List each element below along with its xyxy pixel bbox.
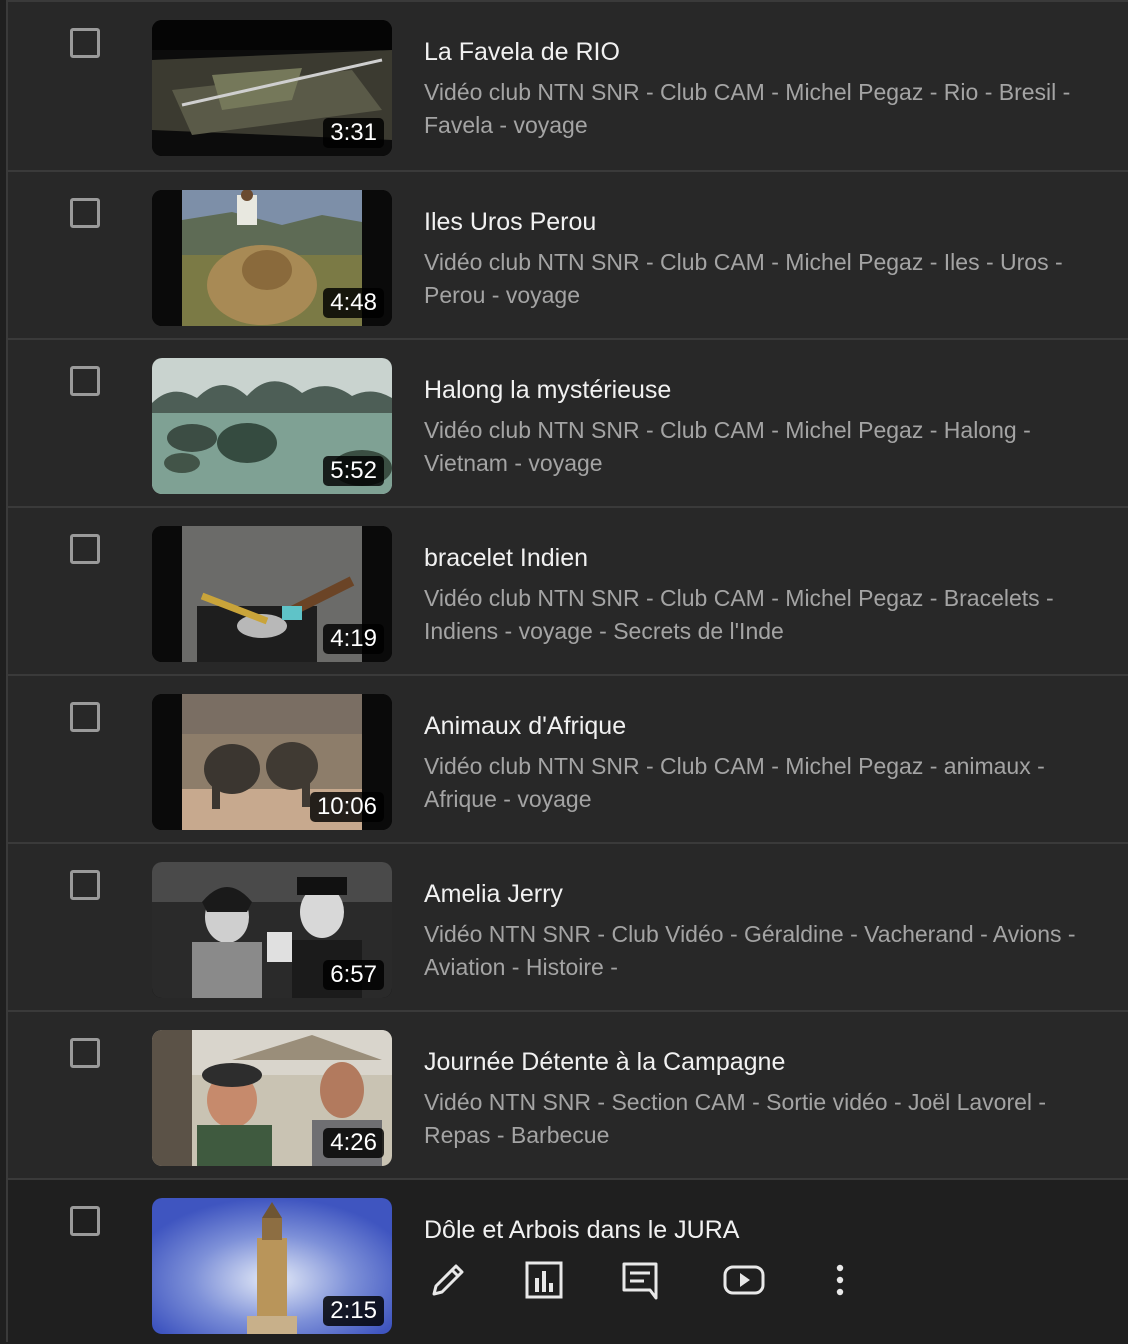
youtube-icon	[723, 1265, 765, 1295]
video-row[interactable]: 4:26 Journée Détente à la Campagne Vidéo…	[8, 1010, 1128, 1178]
view-on-youtube-button[interactable]	[720, 1256, 768, 1304]
more-options-button[interactable]	[816, 1256, 864, 1304]
video-row[interactable]: 6:57 Amelia Jerry Vidéo NTN SNR - Club V…	[8, 842, 1128, 1010]
video-title[interactable]: bracelet Indien	[424, 544, 588, 573]
video-thumbnail[interactable]: 6:57	[152, 862, 392, 998]
video-row[interactable]: 5:52 Halong la mystérieuse Vidéo club NT…	[8, 338, 1128, 506]
video-duration: 10:06	[309, 792, 384, 822]
select-checkbox[interactable]	[70, 198, 100, 228]
select-checkbox[interactable]	[70, 870, 100, 900]
video-title[interactable]: Amelia Jerry	[424, 880, 563, 909]
video-description: Vidéo NTN SNR - Section CAM - Sortie vid…	[424, 1089, 1047, 1148]
comments-icon	[622, 1262, 658, 1300]
video-title[interactable]: La Favela de RIO	[424, 38, 620, 67]
video-row[interactable]: 4:19 bracelet Indien Vidéo club NTN SNR …	[8, 506, 1128, 674]
video-thumbnail[interactable]: 4:26	[152, 1030, 392, 1166]
video-title[interactable]: Halong la mystérieuse	[424, 376, 671, 405]
video-duration: 6:57	[323, 960, 384, 990]
more-vert-icon	[836, 1264, 844, 1296]
video-duration: 2:15	[323, 1296, 384, 1326]
analytics-button[interactable]	[520, 1256, 568, 1304]
video-row[interactable]: 10:06 Animaux d'Afrique Vidéo club NTN S…	[8, 674, 1128, 842]
select-checkbox[interactable]	[70, 702, 100, 732]
video-thumbnail[interactable]: 4:19	[152, 526, 392, 662]
video-title[interactable]: Animaux d'Afrique	[424, 712, 626, 741]
video-thumbnail[interactable]: 5:52	[152, 358, 392, 494]
video-duration: 4:19	[323, 624, 384, 654]
comments-button[interactable]	[616, 1256, 664, 1304]
pencil-icon	[432, 1264, 464, 1296]
video-thumbnail[interactable]: 10:06	[152, 694, 392, 830]
select-checkbox[interactable]	[70, 1038, 100, 1068]
video-title[interactable]: Iles Uros Perou	[424, 208, 596, 237]
video-row[interactable]: 4:48 Iles Uros Perou Vidéo club NTN SNR …	[8, 170, 1128, 338]
video-duration: 5:52	[323, 456, 384, 486]
video-duration: 3:31	[323, 118, 384, 148]
video-list: 3:31 La Favela de RIO Vidéo club NTN SNR…	[8, 0, 1128, 1344]
video-description: Vidéo NTN SNR - Club Vidéo - Géraldine -…	[424, 921, 1076, 980]
video-description: Vidéo club NTN SNR - Club CAM - Michel P…	[424, 417, 1031, 476]
select-checkbox[interactable]	[70, 28, 100, 58]
select-checkbox[interactable]	[70, 1206, 100, 1236]
video-title[interactable]: Dôle et Arbois dans le JURA	[424, 1216, 739, 1245]
video-row[interactable]: 3:31 La Favela de RIO Vidéo club NTN SNR…	[8, 0, 1128, 170]
select-checkbox[interactable]	[70, 534, 100, 564]
video-description: Vidéo club NTN SNR - Club CAM - Michel P…	[424, 79, 1071, 138]
hover-action-bar	[424, 1256, 864, 1310]
video-thumbnail[interactable]: 2:15	[152, 1198, 392, 1334]
video-row[interactable]: 2:15 Dôle et Arbois dans le JURA	[8, 1178, 1128, 1344]
video-description: Vidéo club NTN SNR - Club CAM - Michel P…	[424, 249, 1063, 308]
video-title[interactable]: Journée Détente à la Campagne	[424, 1048, 785, 1077]
video-duration: 4:48	[323, 288, 384, 318]
edit-button[interactable]	[424, 1256, 472, 1304]
video-description: Vidéo club NTN SNR - Club CAM - Michel P…	[424, 753, 1045, 812]
video-duration: 4:26	[323, 1128, 384, 1158]
analytics-icon	[525, 1261, 563, 1299]
select-checkbox[interactable]	[70, 366, 100, 396]
video-description: Vidéo club NTN SNR - Club CAM - Michel P…	[424, 585, 1054, 644]
video-thumbnail[interactable]: 4:48	[152, 190, 392, 326]
video-thumbnail[interactable]: 3:31	[152, 20, 392, 156]
